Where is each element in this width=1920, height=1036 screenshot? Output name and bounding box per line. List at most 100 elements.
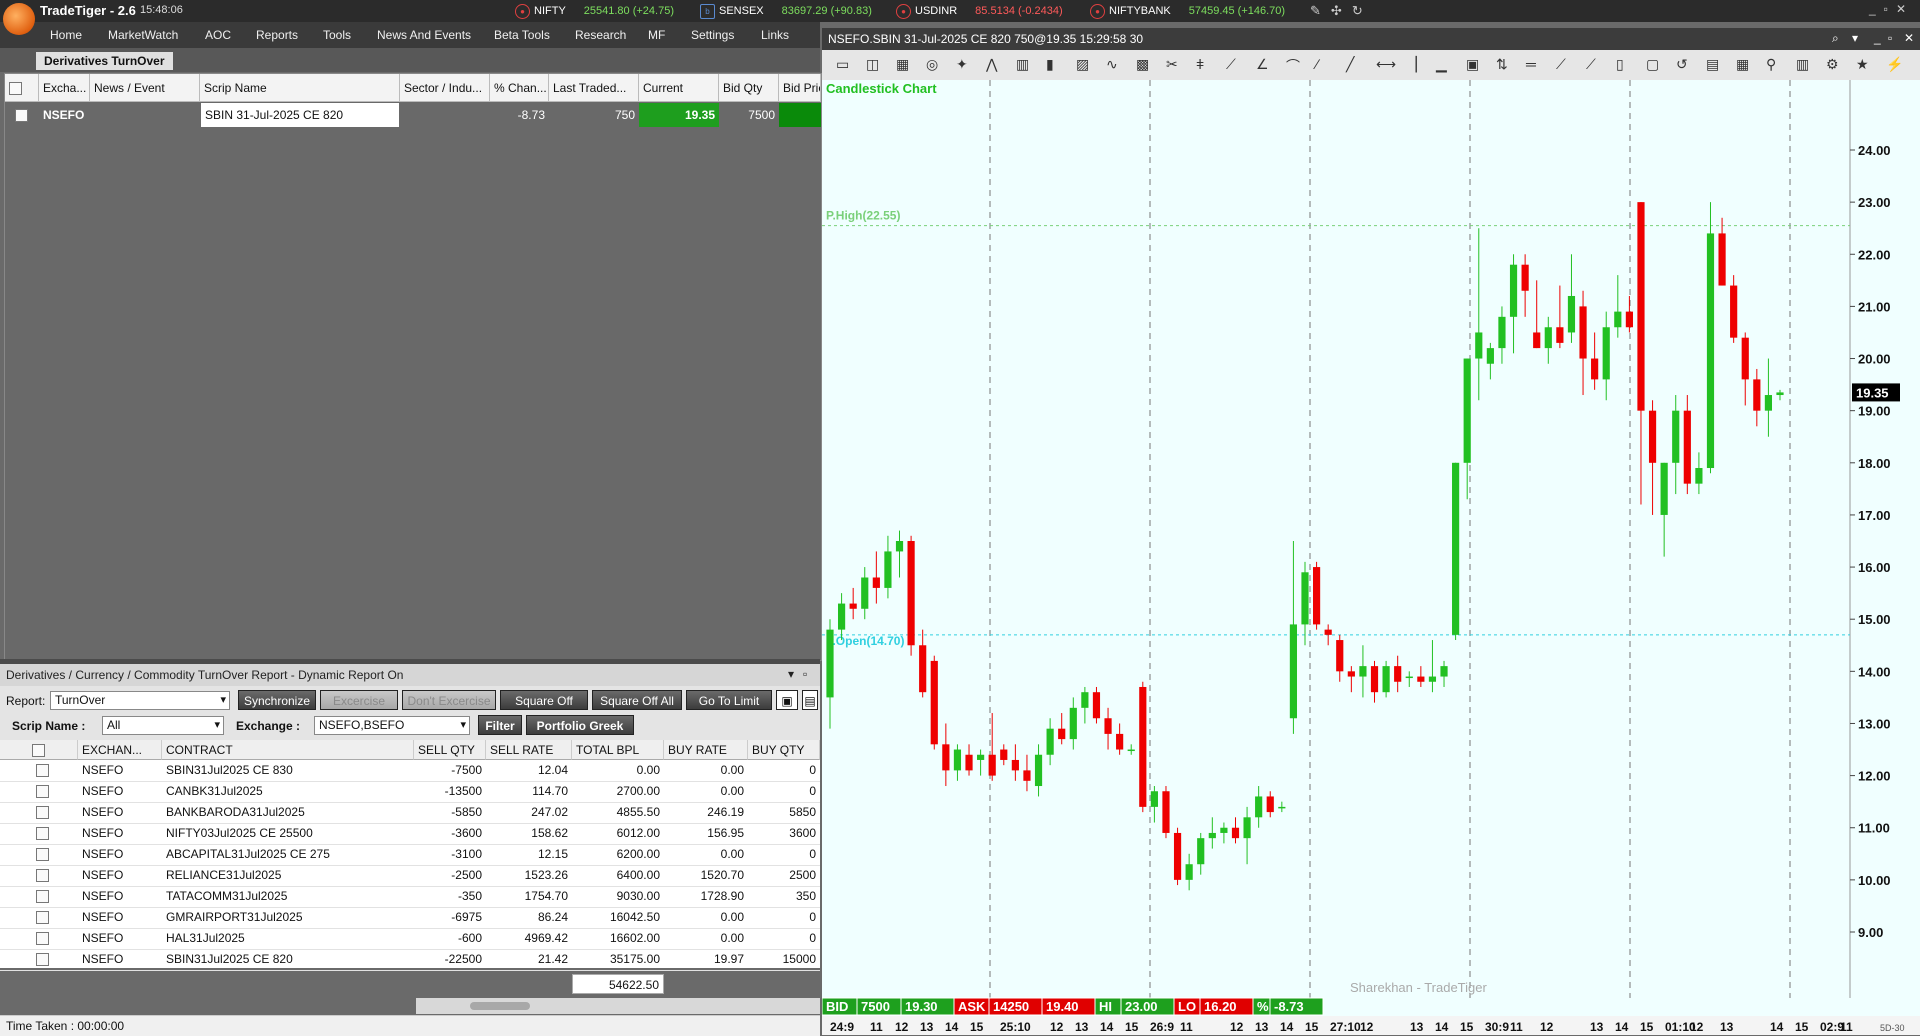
save-icon[interactable]: ▣ <box>776 690 798 710</box>
maximize-icon[interactable]: ▫ <box>1888 31 1892 45</box>
candle-body[interactable] <box>1011 759 1019 771</box>
candle-body[interactable] <box>1764 395 1773 411</box>
candle-body[interactable] <box>1255 796 1263 818</box>
excercise-button[interactable]: Excercise <box>320 690 398 710</box>
chart-tool-icon[interactable]: ✦ <box>956 56 968 73</box>
watch-row-pct[interactable]: -8.73 <box>490 103 549 127</box>
candle-body[interactable] <box>1116 733 1124 750</box>
menu-home[interactable]: Home <box>50 28 82 42</box>
chart-tool-icon[interactable]: ▣ <box>1466 56 1479 73</box>
col-total-bpl[interactable]: TOTAL BPL <box>572 740 664 760</box>
candle-body[interactable] <box>1231 827 1240 839</box>
candle-body[interactable] <box>1533 332 1541 349</box>
menu-links[interactable]: Links <box>761 28 789 42</box>
candle-body[interactable] <box>1336 640 1344 672</box>
col-scrip-name[interactable]: Scrip Name <box>200 74 400 102</box>
candle-body[interactable] <box>1648 410 1657 463</box>
col-buy-rate[interactable]: BUY RATE <box>664 740 748 760</box>
ticker-usdinr[interactable]: ● USDINR 85.5134 (-0.2434) <box>896 0 1063 22</box>
chart-tool-icon[interactable]: ▦ <box>896 56 909 73</box>
candle-body[interactable] <box>1417 676 1425 682</box>
chart-tool-icon[interactable]: ∿ <box>1106 56 1118 73</box>
candle-body[interactable] <box>884 551 892 588</box>
col-contract[interactable]: CONTRACT <box>162 740 414 760</box>
candle-body[interactable] <box>1162 791 1170 833</box>
ticker-niftybank[interactable]: ● NIFTYBANK 57459.45 (+146.70) <box>1090 0 1285 22</box>
candle-body[interactable] <box>1544 327 1552 349</box>
candle-body[interactable] <box>861 577 869 609</box>
candle-body[interactable] <box>942 744 950 771</box>
table-row[interactable]: NSEFO NIFTY03Jul2025 CE 25500 -3600 158.62 6… <box>0 823 820 845</box>
menu-tools[interactable]: Tools <box>323 28 351 42</box>
candle-body[interactable] <box>1058 728 1066 740</box>
checkbox[interactable] <box>36 953 49 967</box>
watch-row-bid-price[interactable] <box>779 103 821 127</box>
checkbox[interactable] <box>36 764 49 778</box>
candle-body[interactable] <box>1301 572 1309 625</box>
candle-body[interactable] <box>1452 462 1460 635</box>
chart-tool-icon[interactable]: ⚲ <box>1766 56 1776 73</box>
candle-body[interactable] <box>1278 806 1286 809</box>
candle-body[interactable] <box>849 603 857 609</box>
candle-body[interactable] <box>1092 692 1101 719</box>
menu-beta-tools[interactable]: Beta Tools <box>494 28 550 42</box>
row-checkbox-cell[interactable] <box>32 865 72 886</box>
candle-body[interactable] <box>1405 676 1413 679</box>
watch-row-current[interactable]: 19.35 <box>639 103 719 127</box>
checkbox[interactable] <box>36 785 49 799</box>
checkbox[interactable] <box>32 744 45 758</box>
candle-body[interactable] <box>1556 327 1564 343</box>
candle-body[interactable] <box>1127 749 1135 752</box>
candle-body[interactable] <box>1718 233 1726 286</box>
chart-tool-icon[interactable]: ∠ <box>1256 56 1269 73</box>
minimize-icon[interactable]: _ <box>1874 31 1881 45</box>
menu-marketwatch[interactable]: MarketWatch <box>108 28 178 42</box>
candle-body[interactable] <box>965 754 973 771</box>
chart-tool-icon[interactable]: ⌒ <box>1286 56 1300 76</box>
candle-body[interactable] <box>1614 311 1622 328</box>
menu-aoc[interactable]: AOC <box>205 28 231 42</box>
chart-tool-icon[interactable]: ▥ <box>1796 56 1809 73</box>
candle-body[interactable] <box>826 629 834 698</box>
candle-body[interactable] <box>1498 316 1506 349</box>
checkbox[interactable] <box>15 109 28 123</box>
candle-body[interactable] <box>1591 358 1599 380</box>
candle-body[interactable] <box>1104 718 1112 734</box>
candle-body[interactable] <box>1753 379 1761 411</box>
candle-body[interactable] <box>1243 817 1251 839</box>
col-sell-qty[interactable]: SELL QTY <box>414 740 486 760</box>
candle-body[interactable] <box>872 577 880 588</box>
chart-tool-icon[interactable]: ⋀ <box>986 56 997 73</box>
chart-tool-icon[interactable]: ⚡ <box>1886 56 1903 73</box>
chart-tool-icon[interactable]: ⟋ <box>1586 56 1596 73</box>
row-checkbox-cell[interactable] <box>32 781 72 802</box>
dont-excercise-button[interactable]: Don't Excercise <box>402 690 496 710</box>
ticker-nifty[interactable]: ● NIFTY 25541.80 (+24.75) <box>515 0 674 22</box>
chart-tool-icon[interactable]: ▯ <box>1616 56 1624 73</box>
table-row[interactable]: NSEFO GMRAIRPORT31Jul2025 -6975 86.24 16042.… <box>0 907 820 929</box>
more-icon[interactable]: ▤ <box>802 690 818 710</box>
candle-body[interactable] <box>1463 358 1471 463</box>
candle-body[interactable] <box>1359 666 1367 677</box>
row-checkbox-cell[interactable] <box>5 103 39 127</box>
maximize-icon[interactable]: ▫ <box>1884 2 1896 16</box>
chart-tool-icon[interactable]: ═ <box>1526 56 1536 72</box>
candle-body[interactable] <box>837 603 846 630</box>
table-row[interactable]: NSEFO CANBK31Jul2025 -13500 114.70 2700.00 0.… <box>0 781 820 803</box>
chart-tool-icon[interactable]: ǂ <box>1196 56 1204 72</box>
candle-body[interactable] <box>1069 707 1077 740</box>
checkbox[interactable] <box>36 911 49 925</box>
candle-body[interactable] <box>1637 202 1645 411</box>
synchronize-button[interactable]: Synchronize <box>238 690 316 710</box>
select-all-header[interactable] <box>5 74 39 102</box>
checkbox[interactable] <box>36 890 49 904</box>
ticker-sensex[interactable]: b SENSEX 83697.29 (+90.83) <box>700 0 872 22</box>
close-icon[interactable]: ✕ <box>1904 31 1914 45</box>
chart-tool-icon[interactable]: ◫ <box>866 56 879 73</box>
chart-tool-icon[interactable]: ★ <box>1856 56 1869 73</box>
menu-reports[interactable]: Reports <box>256 28 298 42</box>
candle-body[interactable] <box>1521 264 1529 291</box>
chart-tool-icon[interactable]: ╱ <box>1346 56 1354 73</box>
watch-row-ltq[interactable]: 750 <box>549 103 639 127</box>
candle-body[interactable] <box>1660 462 1668 515</box>
